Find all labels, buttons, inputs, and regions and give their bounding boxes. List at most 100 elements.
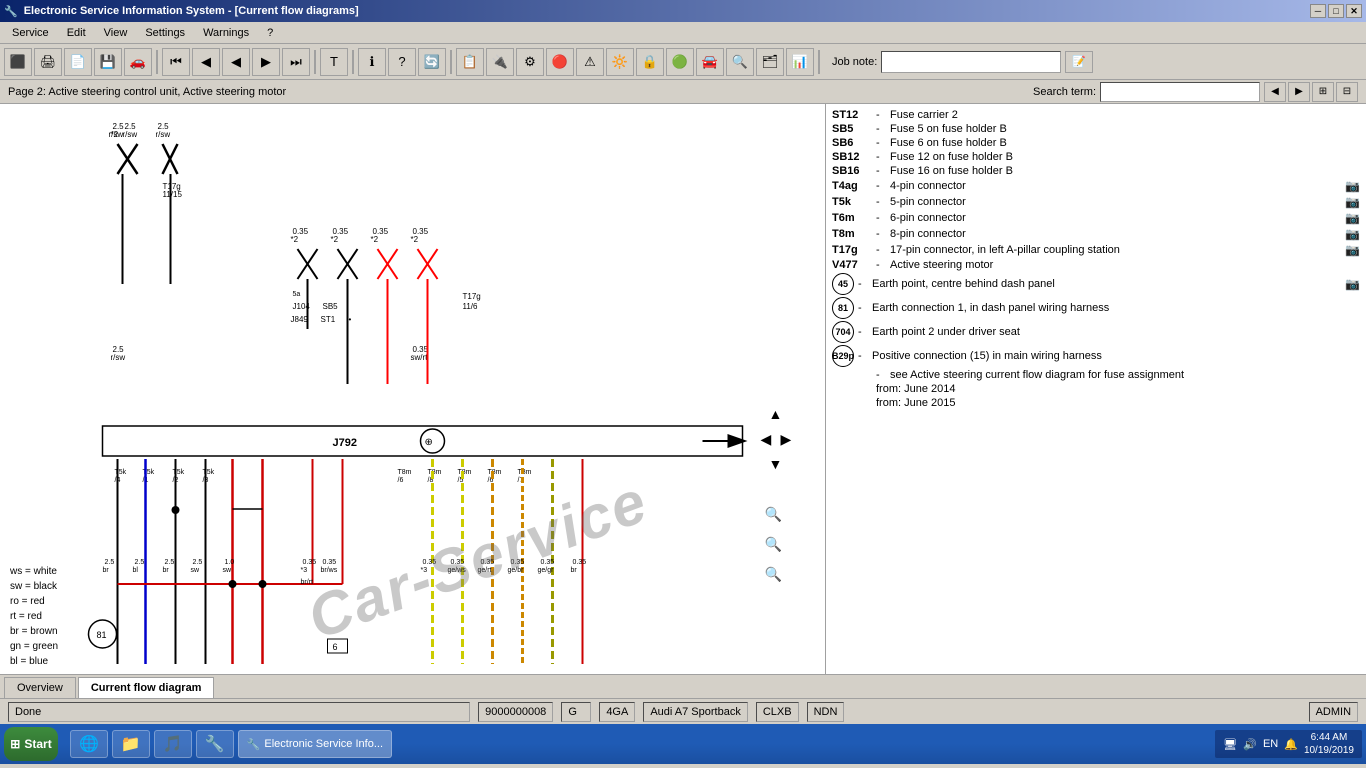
component-dash: - xyxy=(876,123,886,135)
component-code: SB12 xyxy=(832,151,872,163)
camera-icon[interactable]: 📷 xyxy=(1345,277,1360,291)
menu-help[interactable]: ? xyxy=(259,25,281,41)
job-note-area: Job note: 📝 xyxy=(832,51,1093,73)
toolbar-car[interactable]: 🚗 xyxy=(124,48,152,76)
toolbar-last[interactable]: ⏭ xyxy=(282,48,310,76)
search-prev-button[interactable]: ◀ xyxy=(1264,82,1286,102)
toolbar-b4[interactable]: 🔴 xyxy=(546,48,574,76)
tab-overview[interactable]: Overview xyxy=(4,677,76,698)
svg-text:br: br xyxy=(571,567,578,574)
job-note-submit[interactable]: 📝 xyxy=(1065,51,1093,73)
explorer-icon: 📁 xyxy=(121,734,141,754)
toolbar-first[interactable]: ⏮ xyxy=(162,48,190,76)
active-app-icon: 🔧 xyxy=(247,738,261,751)
toolbar-prev[interactable]: ◀ xyxy=(192,48,220,76)
component-dash: - xyxy=(876,228,886,240)
svg-text:r/sw: r/sw xyxy=(109,130,124,139)
toolbar-b8[interactable]: 🟢 xyxy=(666,48,694,76)
taskbar-active-app[interactable]: 🔧 Electronic Service Info... xyxy=(238,730,392,758)
search-buttons: ◀ ▶ ⊞ ⊟ xyxy=(1264,82,1358,102)
toolbar-info[interactable]: ℹ xyxy=(358,48,386,76)
taskbar-right: 🖥 🔊 EN 🔔 6:44 AM 10/19/2019 xyxy=(1215,730,1362,758)
menu-view[interactable]: View xyxy=(96,25,136,41)
toolbar-print[interactable]: 🖨 xyxy=(34,48,62,76)
component-dash: - xyxy=(858,302,868,314)
toolbar-refresh[interactable]: 🔄 xyxy=(418,48,446,76)
toolbar-b2[interactable]: 🔌 xyxy=(486,48,514,76)
toolbar-prev2[interactable]: ◀ xyxy=(222,48,250,76)
svg-text:J849: J849 xyxy=(291,315,309,324)
svg-text:sw: sw xyxy=(223,567,233,574)
toolbar-back[interactable]: ⬛ xyxy=(4,48,32,76)
camera-icon[interactable]: 📷 xyxy=(1345,227,1360,241)
taskbar-ie[interactable]: 🌐 xyxy=(70,730,108,758)
toolbar-b6[interactable]: 🔆 xyxy=(606,48,634,76)
search-input[interactable] xyxy=(1100,82,1260,102)
component-row: T5k-5-pin connector📷 xyxy=(830,194,1362,210)
toolbar-open[interactable]: 📄 xyxy=(64,48,92,76)
camera-icon[interactable]: 📷 xyxy=(1345,179,1360,193)
component-circle: 704 xyxy=(832,321,854,343)
toolbar-b9[interactable]: 🚘 xyxy=(696,48,724,76)
menu-edit[interactable]: Edit xyxy=(59,25,94,41)
camera-icon[interactable]: 📷 xyxy=(1345,243,1360,257)
camera-icon[interactable]: 📷 xyxy=(1345,211,1360,225)
component-circle: B29p xyxy=(832,345,854,367)
toolbar-text[interactable]: T xyxy=(320,48,348,76)
toolbar-b12[interactable]: 📊 xyxy=(786,48,814,76)
legend-br: br = brown xyxy=(10,624,58,639)
menu-warnings[interactable]: Warnings xyxy=(195,25,257,41)
toolbar-b10[interactable]: 🔍 xyxy=(726,48,754,76)
taskbar-explorer[interactable]: 📁 xyxy=(112,730,150,758)
toolbar-b1[interactable]: 📋 xyxy=(456,48,484,76)
toolbar-save[interactable]: 💾 xyxy=(94,48,122,76)
volume-icon: 🔊 xyxy=(1243,738,1257,751)
taskbar-esis-app[interactable]: 🔧 xyxy=(196,730,234,758)
start-button[interactable]: ⊞ Start xyxy=(4,727,58,761)
component-dash: - xyxy=(876,137,886,149)
tab-current-flow[interactable]: Current flow diagram xyxy=(78,677,215,698)
search-expand-button[interactable]: ⊞ xyxy=(1312,82,1334,102)
page-title: Page 2: Active steering control unit, Ac… xyxy=(8,86,286,98)
job-note-input[interactable] xyxy=(881,51,1061,73)
svg-text:0.35: 0.35 xyxy=(481,559,495,566)
close-button[interactable]: ✕ xyxy=(1346,4,1362,18)
legend-rt: rt = red xyxy=(10,609,58,624)
svg-text:⊕: ⊕ xyxy=(425,437,433,448)
menu-service[interactable]: Service xyxy=(4,25,57,41)
search-next-button[interactable]: ▶ xyxy=(1288,82,1310,102)
status-user: ADMIN xyxy=(1309,702,1358,722)
svg-text:▲: ▲ xyxy=(769,406,783,422)
camera-icon[interactable]: 📷 xyxy=(1345,195,1360,209)
windows-icon: ⊞ xyxy=(10,737,20,751)
toolbar-b7[interactable]: 🔒 xyxy=(636,48,664,76)
component-desc: Positive connection (15) in main wiring … xyxy=(872,350,1360,362)
svg-text:▶: ▶ xyxy=(781,431,792,447)
toolbar: ⬛ 🖨 📄 💾 🚗 ⏮ ◀ ◀ ▶ ⏭ T ℹ ? 🔄 📋 🔌 ⚙ 🔴 ⚠ 🔆 … xyxy=(0,44,1366,80)
toolbar-b11[interactable]: 🗂 xyxy=(756,48,784,76)
toolbar-next[interactable]: ▶ xyxy=(252,48,280,76)
svg-text:br: br xyxy=(103,567,110,574)
component-dash: - xyxy=(876,369,886,381)
toolbar-help[interactable]: ? xyxy=(388,48,416,76)
svg-text:2.5: 2.5 xyxy=(165,559,175,566)
svg-text:ge/br: ge/br xyxy=(508,567,525,574)
component-row: SB6-Fuse 6 on fuse holder B xyxy=(830,136,1362,150)
legend-ws: ws = white xyxy=(10,564,58,579)
svg-text:T17g: T17g xyxy=(463,292,481,301)
svg-text:•: • xyxy=(349,315,352,324)
search-collapse-button[interactable]: ⊟ xyxy=(1336,82,1358,102)
restore-button[interactable]: □ xyxy=(1328,4,1344,18)
component-row: V477-Active steering motor xyxy=(830,258,1362,272)
clock: 6:44 AM 10/19/2019 xyxy=(1304,731,1354,757)
menu-settings[interactable]: Settings xyxy=(137,25,193,41)
separator-3 xyxy=(352,50,354,74)
toolbar-b3[interactable]: ⚙ xyxy=(516,48,544,76)
component-row: T4ag-4-pin connector📷 xyxy=(830,178,1362,194)
toolbar-b5[interactable]: ⚠ xyxy=(576,48,604,76)
svg-text:0.35: 0.35 xyxy=(541,559,555,566)
component-dash: - xyxy=(876,165,886,177)
taskbar-media[interactable]: 🎵 xyxy=(154,730,192,758)
component-row: from: June 2015 xyxy=(830,396,1362,410)
minimize-button[interactable]: ─ xyxy=(1310,4,1326,18)
